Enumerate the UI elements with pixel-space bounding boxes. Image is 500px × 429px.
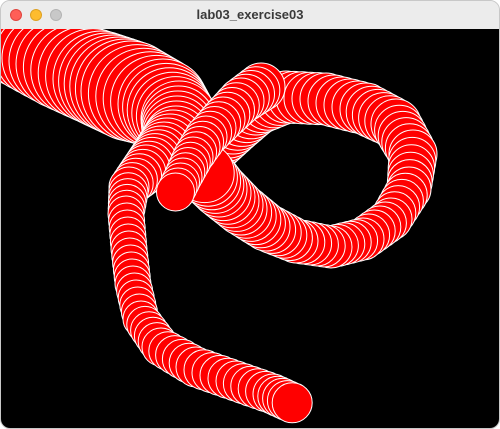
title-bar[interactable]: lab03_exercise03: [1, 1, 499, 30]
window-title: lab03_exercise03: [196, 7, 304, 22]
sketch-canvas[interactable]: [1, 29, 499, 428]
circle-trail-drawing: [1, 29, 438, 424]
trail-circle: [156, 172, 195, 212]
trail-circle: [271, 382, 313, 424]
app-window: lab03_exercise03: [0, 0, 500, 429]
